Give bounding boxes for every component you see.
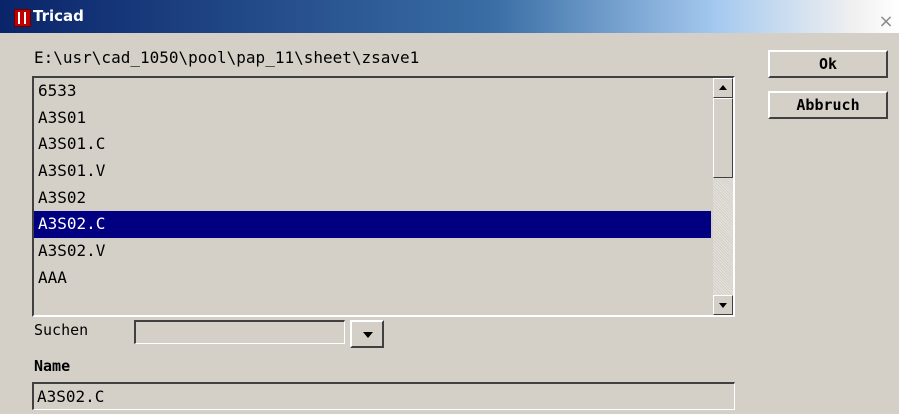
close-icon[interactable]: × (876, 13, 896, 31)
file-list: 6533 A3S01 A3S01.C A3S01.V A3S02 A3S02.C A3S02… (34, 78, 711, 315)
name-field[interactable] (32, 382, 735, 410)
ok-button[interactable]: Ok (768, 50, 888, 78)
scroll-down-arrow-icon[interactable] (713, 295, 733, 315)
tricad-app-icon (14, 9, 31, 27)
current-path: E:\usr\cad_1050\pool\pap_11\sheet\zsave1 (34, 48, 420, 67)
list-item[interactable]: A3S01.C (34, 131, 711, 158)
list-item[interactable]: A3S02.V (34, 238, 711, 265)
vertical-scrollbar[interactable] (713, 78, 733, 315)
list-item[interactable]: A3S02.C (34, 211, 711, 239)
list-item[interactable]: A3S02 (34, 185, 711, 212)
list-item[interactable]: 6533 (34, 78, 711, 105)
title-bar[interactable]: Tricad × (0, 0, 899, 33)
search-input[interactable] (134, 320, 345, 344)
file-listbox[interactable]: 6533 A3S01 A3S01.C A3S01.V A3S02 A3S02.C A3S02… (32, 76, 735, 317)
chevron-down-icon[interactable] (350, 320, 384, 348)
scrollbar-thumb[interactable] (713, 98, 733, 178)
list-item[interactable]: A3S01.V (34, 158, 711, 185)
list-item[interactable]: AAA (34, 265, 711, 292)
cancel-button[interactable]: Abbruch (768, 91, 888, 119)
name-label: Name (34, 357, 71, 375)
window-title: Tricad (33, 7, 84, 25)
scroll-up-arrow-icon[interactable] (713, 78, 733, 98)
search-label: Suchen (34, 321, 89, 339)
list-item[interactable]: A3S01 (34, 105, 711, 132)
